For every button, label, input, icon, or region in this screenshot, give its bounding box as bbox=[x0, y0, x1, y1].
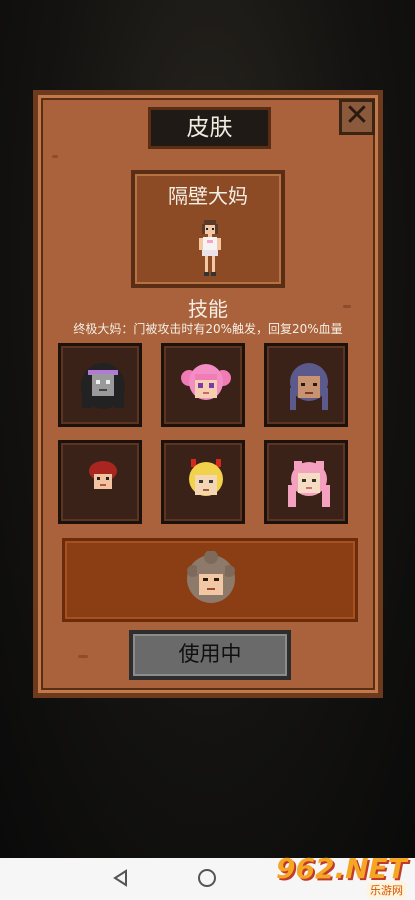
skin-slot-5[interactable] bbox=[161, 440, 245, 524]
skin-slot-2[interactable] bbox=[161, 343, 245, 427]
skin-slot-1[interactable] bbox=[58, 343, 142, 427]
skin-slot-6[interactable] bbox=[264, 440, 348, 524]
use-button[interactable]: 使用中 bbox=[129, 630, 291, 680]
skin-slot-3[interactable] bbox=[264, 343, 348, 427]
selected-skin-bar bbox=[62, 538, 358, 622]
long-braided-hair-face-icon bbox=[290, 363, 328, 410]
skin-preview: 隔壁大妈 bbox=[131, 170, 285, 288]
close-icon: ✕ bbox=[344, 98, 370, 133]
site-watermark: 962.NET 乐游网 bbox=[276, 852, 412, 900]
skin-slot-4[interactable] bbox=[58, 440, 142, 524]
home-circle-icon[interactable] bbox=[198, 869, 216, 887]
back-triangle-icon[interactable] bbox=[111, 868, 131, 888]
blonde-red-horns-face-icon bbox=[189, 459, 223, 496]
skin-panel: 皮肤 ✕ 隔壁大妈 技能 终极大妈：门被攻击时有20%触发，回复20%血量 使用… bbox=[33, 90, 383, 698]
curly-brown-hair-face-icon bbox=[187, 551, 235, 603]
watermark-subtitle: 乐游网 bbox=[367, 882, 406, 898]
pink-twin-hair-face-icon bbox=[181, 364, 231, 400]
red-hair-face-icon bbox=[89, 461, 117, 489]
close-button[interactable]: ✕ bbox=[339, 99, 375, 135]
skin-name: 隔壁大妈 bbox=[168, 184, 248, 208]
watermark-logo: 962.NET bbox=[276, 852, 407, 885]
dark-haired-headphones-face-icon bbox=[81, 363, 125, 409]
pink-cat-ear-face-icon bbox=[288, 461, 330, 507]
panel-title: 皮肤 bbox=[148, 107, 271, 149]
skill-title: 技能 bbox=[188, 297, 228, 321]
character-sprite bbox=[199, 220, 221, 276]
skill-description: 终极大妈：门被攻击时有20%触发，回复20%血量 bbox=[73, 322, 343, 336]
